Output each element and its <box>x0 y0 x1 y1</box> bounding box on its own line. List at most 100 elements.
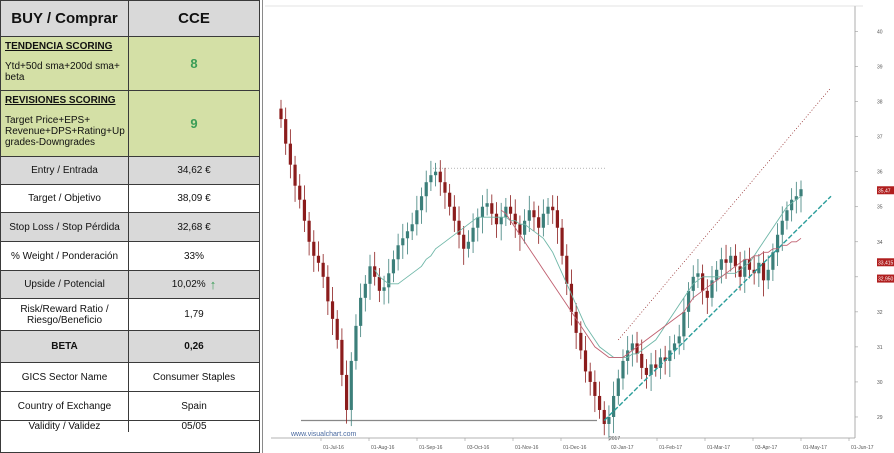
candle-body <box>555 210 559 228</box>
candle-body <box>729 255 733 263</box>
beta-value: 0,26 <box>129 331 259 362</box>
y-tick-label: 35 <box>877 205 883 211</box>
candle-body <box>312 241 316 256</box>
candle-body <box>766 269 770 281</box>
candle-body <box>626 350 630 361</box>
candle-body <box>438 171 442 183</box>
gics-sector-value: Consumer Staples <box>129 363 259 391</box>
y-tick-label: 30 <box>877 380 883 386</box>
candle-body <box>349 360 353 410</box>
upside-value-cell: 10,02% ↑ <box>129 271 259 298</box>
x-tick-label: 01-Nov-16 <box>515 445 539 451</box>
weight-row: % Weight / Ponderación 33% <box>1 242 259 271</box>
country-value: Spain <box>129 392 259 420</box>
validity-label: Validity / Validez <box>1 421 129 432</box>
candle-body <box>602 409 606 424</box>
candle-body <box>490 203 494 214</box>
candle-body <box>682 311 686 337</box>
price-chart-svg[interactable]: 29303132333435363738394001-Jul-1601-Aug-… <box>263 0 894 453</box>
candle-body <box>565 255 569 284</box>
candle-body <box>733 255 738 267</box>
candle-body <box>335 318 339 340</box>
table-header-row: BUY / Comprar CCE <box>1 1 259 37</box>
candle-body <box>448 192 452 207</box>
axes: 29303132333435363738394001-Jul-1601-Aug-… <box>265 5 883 451</box>
y-tick-label: 40 <box>877 30 883 36</box>
candle-body <box>368 266 372 284</box>
candle-body <box>433 171 438 176</box>
x-tick-label: 01-Feb-17 <box>659 445 682 451</box>
validity-value: 05/05 <box>129 421 259 432</box>
price-tag-label: 35,47 <box>878 188 891 194</box>
candle-body <box>363 283 367 298</box>
x-tick-label: 01-Dec-16 <box>563 445 587 451</box>
candle-body <box>597 395 602 410</box>
candle-body <box>574 311 578 333</box>
candle-body <box>686 290 691 312</box>
candle-body <box>654 364 658 368</box>
tendencia-description: Ytd+50d sma+200d sma+ beta <box>5 61 120 83</box>
candle-body <box>635 343 639 354</box>
candle-body <box>551 206 555 211</box>
y-tick-label: 37 <box>877 135 883 141</box>
risk-reward-value: 1,79 <box>129 299 259 330</box>
candle-body <box>288 143 292 165</box>
candle-body <box>382 287 386 291</box>
candle-body <box>391 259 396 274</box>
y-tick-label: 31 <box>877 345 883 351</box>
revisiones-title: REVISIONES SCORING <box>5 95 116 106</box>
header-ticker: CCE <box>129 1 259 36</box>
revisiones-label-cell: REVISIONES SCORING Target Price+EPS+ Rev… <box>1 91 129 156</box>
stop-loss-value: 32,68 € <box>129 213 259 241</box>
candle-body <box>494 213 499 225</box>
x-tick-label: 02-Jan-17 <box>611 445 634 451</box>
price-tags: 35,47 33,415 32,950 <box>877 186 894 283</box>
tendencia-label-cell: TENDENCIA SCORING Ytd+50d sma+200d sma+ … <box>1 37 129 90</box>
risk-reward-label: Risk/Reward Ratio / Riesgo/Beneficio <box>1 299 129 330</box>
candle-body <box>785 210 789 221</box>
candle-body <box>419 196 424 211</box>
target-row: Target / Objetivo 38,09 € <box>1 185 259 213</box>
candle-body <box>443 182 447 193</box>
candle-body <box>462 234 466 249</box>
candle-body <box>541 213 545 228</box>
candle-body <box>354 325 358 361</box>
candle-body <box>466 241 470 249</box>
x-tick-label: 03-Oct-16 <box>467 445 489 451</box>
moving-averages <box>374 195 802 358</box>
y-tick-label: 36 <box>877 170 883 176</box>
x-tick-label: 01-Jun-17 <box>851 445 874 451</box>
candle-body <box>780 220 784 235</box>
revisiones-scoring-row: REVISIONES SCORING Target Price+EPS+ Rev… <box>1 91 259 157</box>
entry-row: Entry / Entrada 34,62 € <box>1 157 259 185</box>
candle-body <box>715 269 719 281</box>
candle-body <box>330 301 335 319</box>
entry-label: Entry / Entrada <box>1 157 129 184</box>
candle-body <box>387 273 391 288</box>
sma-200-line <box>500 209 802 358</box>
candle-body <box>621 360 625 379</box>
candle-body <box>523 220 527 235</box>
candle-body <box>307 220 311 242</box>
candle-body <box>696 273 700 277</box>
candle-body <box>743 259 747 277</box>
candle-body <box>401 238 405 246</box>
weight-value: 33% <box>129 242 259 270</box>
tendencia-value: 8 <box>190 56 198 71</box>
candle-body <box>321 262 325 277</box>
header-label: BUY / Comprar <box>1 1 129 36</box>
y-tick-label: 38 <box>877 100 883 106</box>
candle-body <box>616 378 620 396</box>
price-chart[interactable]: 29303132333435363738394001-Jul-1601-Aug-… <box>262 0 894 453</box>
candle-body <box>527 210 531 221</box>
candle-body <box>279 108 283 120</box>
y-tick-label: 32 <box>877 310 883 316</box>
upside-row: Upside / Potencial 10,02% ↑ <box>1 271 259 299</box>
y-tick-label: 39 <box>877 65 883 71</box>
candle-body <box>588 371 592 382</box>
candle-body <box>583 350 588 372</box>
candle-body <box>284 119 288 144</box>
candle-body <box>293 164 297 186</box>
candle-body <box>761 262 766 281</box>
candle-body <box>405 231 410 239</box>
